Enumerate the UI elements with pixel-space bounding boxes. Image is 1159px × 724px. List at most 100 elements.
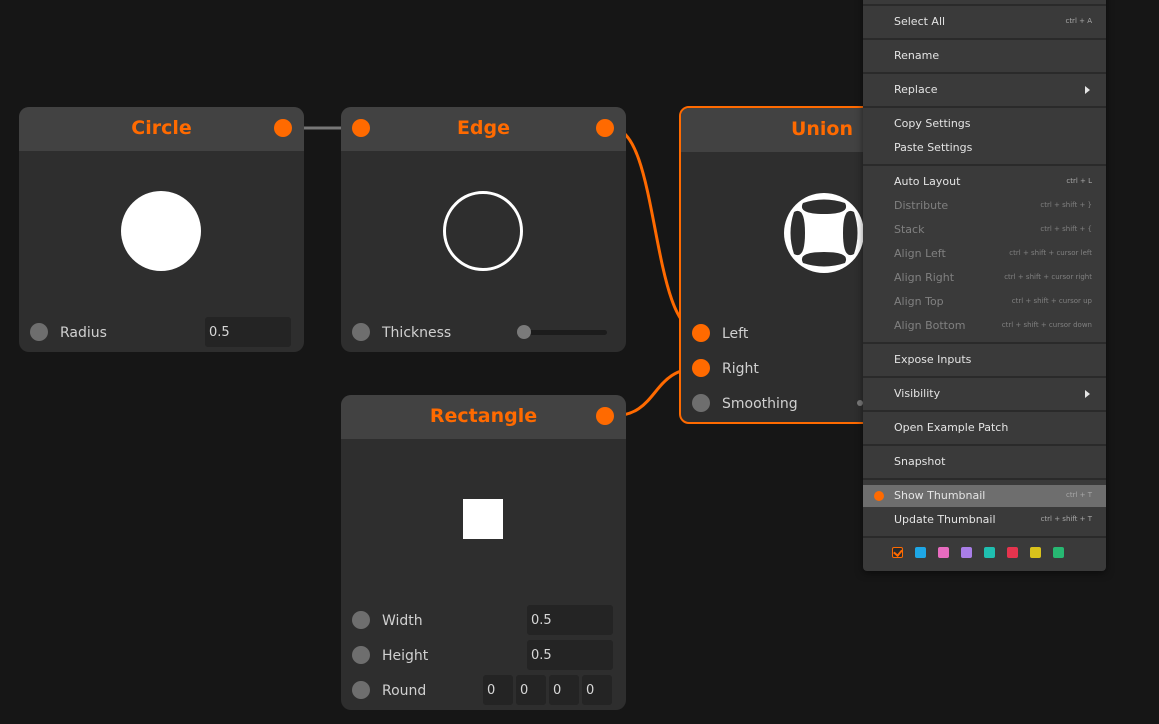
radius-label: Radius: [60, 325, 107, 341]
output-port[interactable]: [274, 119, 292, 137]
menu-item-shortcut: ctrl + shift + }: [1040, 201, 1092, 209]
menu-item-label: Snapshot: [894, 455, 946, 468]
menu-separator: [863, 536, 1106, 538]
menu-item-replace[interactable]: Replace: [863, 79, 1106, 101]
color-swatch[interactable]: [1030, 547, 1041, 558]
width-input-port[interactable]: [352, 611, 370, 629]
width-label: Width: [382, 613, 423, 629]
smoothing-input-port[interactable]: [692, 394, 710, 412]
submenu-arrow-icon: [1085, 390, 1090, 398]
menu-item-shortcut: ctrl + shift + T: [1040, 515, 1092, 523]
menu-item-label: Copy Settings: [894, 117, 971, 130]
input-port[interactable]: [352, 119, 370, 137]
color-swatch[interactable]: [1007, 547, 1018, 558]
menu-separator: [863, 444, 1106, 446]
menu-item-align-bottom: Align Bottom ctrl + shift + cursor down: [863, 315, 1106, 337]
menu-item-visibility[interactable]: Visibility: [863, 383, 1106, 405]
node-title: Circle: [131, 117, 192, 139]
menu-item-label: Rename: [894, 49, 940, 62]
thickness-slider-knob[interactable]: [517, 325, 531, 339]
round-field-1[interactable]: 0: [483, 675, 513, 705]
radius-input-port[interactable]: [30, 323, 48, 341]
square-thumbnail: [463, 499, 503, 539]
menu-item-label: Align Bottom: [894, 319, 966, 332]
output-port[interactable]: [596, 407, 614, 425]
context-menu: Select All ctrl + A Rename Replace Copy …: [863, 0, 1106, 571]
menu-item-shortcut: ctrl + shift + cursor left: [1009, 249, 1092, 257]
smoothing-label: Smoothing: [722, 396, 798, 412]
round-field-3[interactable]: 0: [549, 675, 579, 705]
width-field[interactable]: 0.5: [527, 605, 613, 635]
menu-item-auto-layout[interactable]: Auto Layout ctrl + L: [863, 171, 1106, 193]
node-header[interactable]: Edge: [341, 107, 626, 151]
left-input-port[interactable]: [692, 324, 710, 342]
height-field[interactable]: 0.5: [527, 640, 613, 670]
circle-thumbnail: [121, 191, 201, 271]
menu-item-update-thumbnail[interactable]: Update Thumbnail ctrl + shift + T: [863, 509, 1106, 531]
output-port[interactable]: [596, 119, 614, 137]
menu-separator: [863, 72, 1106, 74]
color-swatch[interactable]: [961, 547, 972, 558]
menu-item-paste-settings[interactable]: Paste Settings: [863, 137, 1106, 159]
node-edge[interactable]: Edge Thickness: [341, 107, 626, 352]
menu-item-shortcut: ctrl + shift + cursor down: [1001, 321, 1092, 329]
menu-item-shortcut: ctrl + L: [1066, 177, 1092, 185]
menu-item-shortcut: ctrl + shift + {: [1040, 225, 1092, 233]
node-title: Rectangle: [429, 405, 538, 427]
menu-separator: [863, 164, 1106, 166]
node-title: Edge: [456, 117, 511, 139]
menu-item-label: Expose Inputs: [894, 353, 972, 366]
menu-item-label: Select All: [894, 15, 946, 28]
menu-item-label: Visibility: [894, 387, 941, 400]
menu-item-shortcut: ctrl + shift + cursor right: [1004, 273, 1092, 281]
node-header[interactable]: Rectangle: [341, 395, 626, 439]
menu-item-rename[interactable]: Rename: [863, 45, 1106, 67]
height-input-port[interactable]: [352, 646, 370, 664]
menu-item-open-example-patch[interactable]: Open Example Patch: [863, 417, 1106, 439]
thickness-slider[interactable]: [523, 330, 607, 335]
menu-item-label: Open Example Patch: [894, 421, 1009, 434]
menu-item-label: Distribute: [894, 199, 949, 212]
menu-item-shortcut: ctrl + A: [1065, 17, 1092, 25]
left-label: Left: [722, 326, 749, 342]
radius-field[interactable]: 0.5: [205, 317, 291, 347]
color-swatch[interactable]: [938, 547, 949, 558]
round-input-port[interactable]: [352, 681, 370, 699]
menu-item-label: Show Thumbnail: [894, 489, 986, 502]
ring-thumbnail: [443, 191, 523, 271]
menu-item-label: Align Left: [894, 247, 946, 260]
thickness-input-port[interactable]: [352, 323, 370, 341]
round-field-4[interactable]: 0: [582, 675, 612, 705]
color-swatch[interactable]: [984, 547, 995, 558]
menu-item-label: Replace: [894, 83, 938, 96]
thickness-label: Thickness: [382, 325, 452, 341]
menu-separator: [863, 478, 1106, 480]
menu-item-snapshot[interactable]: Snapshot: [863, 451, 1106, 473]
menu-item-label: Paste Settings: [894, 141, 973, 154]
menu-item-label: Align Top: [894, 295, 944, 308]
menu-separator: [863, 4, 1106, 6]
menu-item-show-thumbnail[interactable]: Show Thumbnail ctrl + T: [863, 485, 1106, 507]
menu-item-copy-settings[interactable]: Copy Settings: [863, 113, 1106, 135]
submenu-arrow-icon: [1085, 86, 1090, 94]
node-header[interactable]: Circle: [19, 107, 304, 151]
menu-item-label: Stack: [894, 223, 925, 236]
node-circle[interactable]: Circle Radius 0.5: [19, 107, 304, 352]
menu-item-select-all[interactable]: Select All ctrl + A: [863, 11, 1106, 33]
menu-item-align-left: Align Left ctrl + shift + cursor left: [863, 243, 1106, 265]
menu-item-shortcut: ctrl + T: [1065, 491, 1092, 499]
menu-item-align-right: Align Right ctrl + shift + cursor right: [863, 267, 1106, 289]
menu-item-expose-inputs[interactable]: Expose Inputs: [863, 349, 1106, 371]
menu-item-label: Auto Layout: [894, 175, 961, 188]
round-label: Round: [382, 683, 427, 699]
color-swatch[interactable]: [892, 547, 903, 558]
menu-item-stack: Stack ctrl + shift + {: [863, 219, 1106, 241]
color-swatch[interactable]: [1053, 547, 1064, 558]
right-input-port[interactable]: [692, 359, 710, 377]
color-swatch[interactable]: [915, 547, 926, 558]
menu-separator: [863, 342, 1106, 344]
round-field-2[interactable]: 0: [516, 675, 546, 705]
menu-separator: [863, 106, 1106, 108]
menu-item-align-top: Align Top ctrl + shift + cursor up: [863, 291, 1106, 313]
node-rectangle[interactable]: Rectangle Width 0.5 Height 0.5 Round 0 0…: [341, 395, 626, 710]
